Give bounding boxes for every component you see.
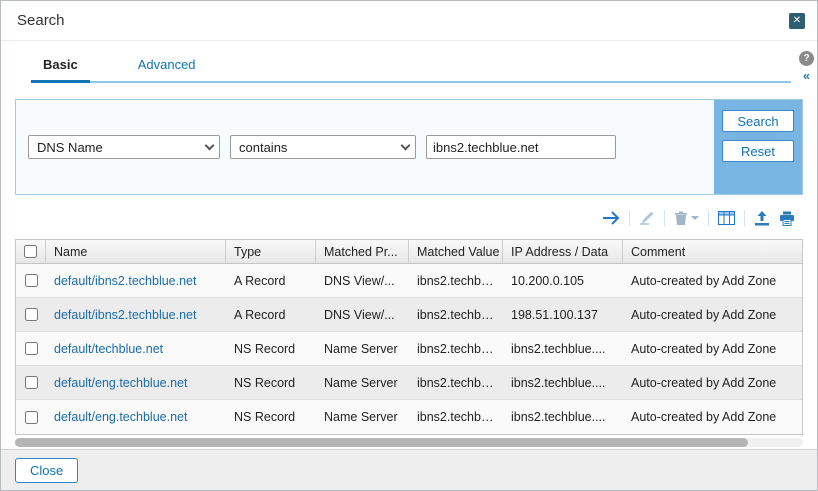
chevron-down-icon <box>401 140 411 150</box>
horizontal-scrollbar-thumb[interactable] <box>15 438 748 447</box>
record-comment: Auto-created by Add Zone <box>623 308 802 322</box>
results-table: Name Type Matched Pr... Matched Value IP… <box>15 239 803 435</box>
results-toolbar <box>1 205 795 231</box>
toolbar-divider <box>664 210 665 226</box>
record-matched-property: DNS View/... <box>316 308 409 322</box>
record-name-link[interactable]: default/ibns2.techblue.net <box>54 308 196 322</box>
search-value-input[interactable] <box>426 135 616 159</box>
record-ip: 198.51.100.137 <box>503 308 623 322</box>
toolbar-divider <box>708 210 709 226</box>
select-all-checkbox[interactable] <box>24 245 37 258</box>
close-button[interactable]: Close <box>15 458 78 483</box>
goto-icon[interactable] <box>602 211 620 225</box>
record-ip: ibns2.techblue.... <box>503 376 623 390</box>
record-comment: Auto-created by Add Zone <box>623 274 802 288</box>
dialog-title: Search <box>17 12 65 29</box>
table-row: default/techblue.net NS Record Name Serv… <box>16 332 802 366</box>
row-checkbox[interactable] <box>25 342 38 355</box>
column-header-comment[interactable]: Comment <box>623 240 802 263</box>
record-type: A Record <box>226 274 316 288</box>
table-row: default/eng.techblue.net NS Record Name … <box>16 400 802 434</box>
record-matched-property: DNS View/... <box>316 274 409 288</box>
tab-advanced[interactable]: Advanced <box>126 53 208 81</box>
column-header-type[interactable]: Type <box>226 240 316 263</box>
search-button[interactable]: Search <box>722 110 794 132</box>
table-row: default/ibns2.techblue.net A Record DNS … <box>16 264 802 298</box>
record-matched-property: Name Server <box>316 410 409 424</box>
toolbar-divider <box>744 210 745 226</box>
delete-icon[interactable] <box>674 211 699 226</box>
record-matched-value: ibns2.techblue.... <box>409 376 503 390</box>
row-checkbox[interactable] <box>25 411 38 424</box>
table-row: default/ibns2.techblue.net A Record DNS … <box>16 298 802 332</box>
table-row: default/eng.techblue.net NS Record Name … <box>16 366 802 400</box>
record-matched-property: Name Server <box>316 342 409 356</box>
chevron-down-icon <box>205 140 215 150</box>
titlebar: Search ✕ <box>1 1 817 41</box>
column-header-matched-property[interactable]: Matched Pr... <box>316 240 409 263</box>
dialog-footer: Close <box>1 449 817 490</box>
record-matched-value: ibns2.techblue.... <box>409 274 503 288</box>
record-matched-property: Name Server <box>316 376 409 390</box>
record-type: NS Record <box>226 342 316 356</box>
horizontal-scrollbar-track <box>15 438 803 447</box>
record-type: NS Record <box>226 376 316 390</box>
row-checkbox[interactable] <box>25 274 38 287</box>
tab-strip-wrap: Basic Advanced ? « <box>1 41 817 83</box>
select-all-cell <box>16 240 46 263</box>
record-ip: 10.200.0.105 <box>503 274 623 288</box>
delete-menu-caret-icon[interactable] <box>691 216 699 220</box>
toolbar-divider <box>629 210 630 226</box>
record-comment: Auto-created by Add Zone <box>623 376 802 390</box>
column-header-ip[interactable]: IP Address / Data <box>503 240 623 263</box>
print-icon[interactable] <box>779 211 795 226</box>
collapse-panel-icon[interactable]: « <box>803 69 810 82</box>
operator-select-value: contains <box>239 140 287 155</box>
record-name-link[interactable]: default/eng.techblue.net <box>54 410 187 424</box>
record-matched-value: ibns2.techblue.... <box>409 308 503 322</box>
row-checkbox[interactable] <box>25 308 38 321</box>
record-ip: ibns2.techblue.... <box>503 342 623 356</box>
search-dialog: Search ✕ Basic Advanced ? « DNS Name con… <box>0 0 818 491</box>
record-type: NS Record <box>226 410 316 424</box>
column-header-name[interactable]: Name <box>46 240 226 263</box>
search-button-panel: Search Reset <box>714 100 802 194</box>
columns-icon[interactable] <box>718 211 735 225</box>
tab-basic[interactable]: Basic <box>31 53 90 83</box>
search-criteria-panel: DNS Name contains Search Reset <box>15 99 803 195</box>
table-header-row: Name Type Matched Pr... Matched Value IP… <box>16 240 802 264</box>
record-ip: ibns2.techblue.... <box>503 410 623 424</box>
record-type: A Record <box>226 308 316 322</box>
record-comment: Auto-created by Add Zone <box>623 410 802 424</box>
row-checkbox[interactable] <box>25 376 38 389</box>
side-icons: ? « <box>799 51 814 82</box>
field-select-value: DNS Name <box>37 140 103 155</box>
record-name-link[interactable]: default/eng.techblue.net <box>54 376 187 390</box>
export-icon[interactable] <box>754 211 770 226</box>
tab-strip: Basic Advanced <box>31 53 791 83</box>
edit-icon[interactable] <box>639 210 655 226</box>
field-select[interactable]: DNS Name <box>28 135 220 159</box>
column-header-matched-value[interactable]: Matched Value <box>409 240 503 263</box>
record-name-link[interactable]: default/ibns2.techblue.net <box>54 274 196 288</box>
record-comment: Auto-created by Add Zone <box>623 342 802 356</box>
record-matched-value: ibns2.techblue.... <box>409 342 503 356</box>
help-icon[interactable]: ? <box>799 51 814 66</box>
reset-button[interactable]: Reset <box>722 140 794 162</box>
close-icon[interactable]: ✕ <box>789 13 805 29</box>
record-name-link[interactable]: default/techblue.net <box>54 342 163 356</box>
record-matched-value: ibns2.techblue.... <box>409 410 503 424</box>
operator-select[interactable]: contains <box>230 135 416 159</box>
